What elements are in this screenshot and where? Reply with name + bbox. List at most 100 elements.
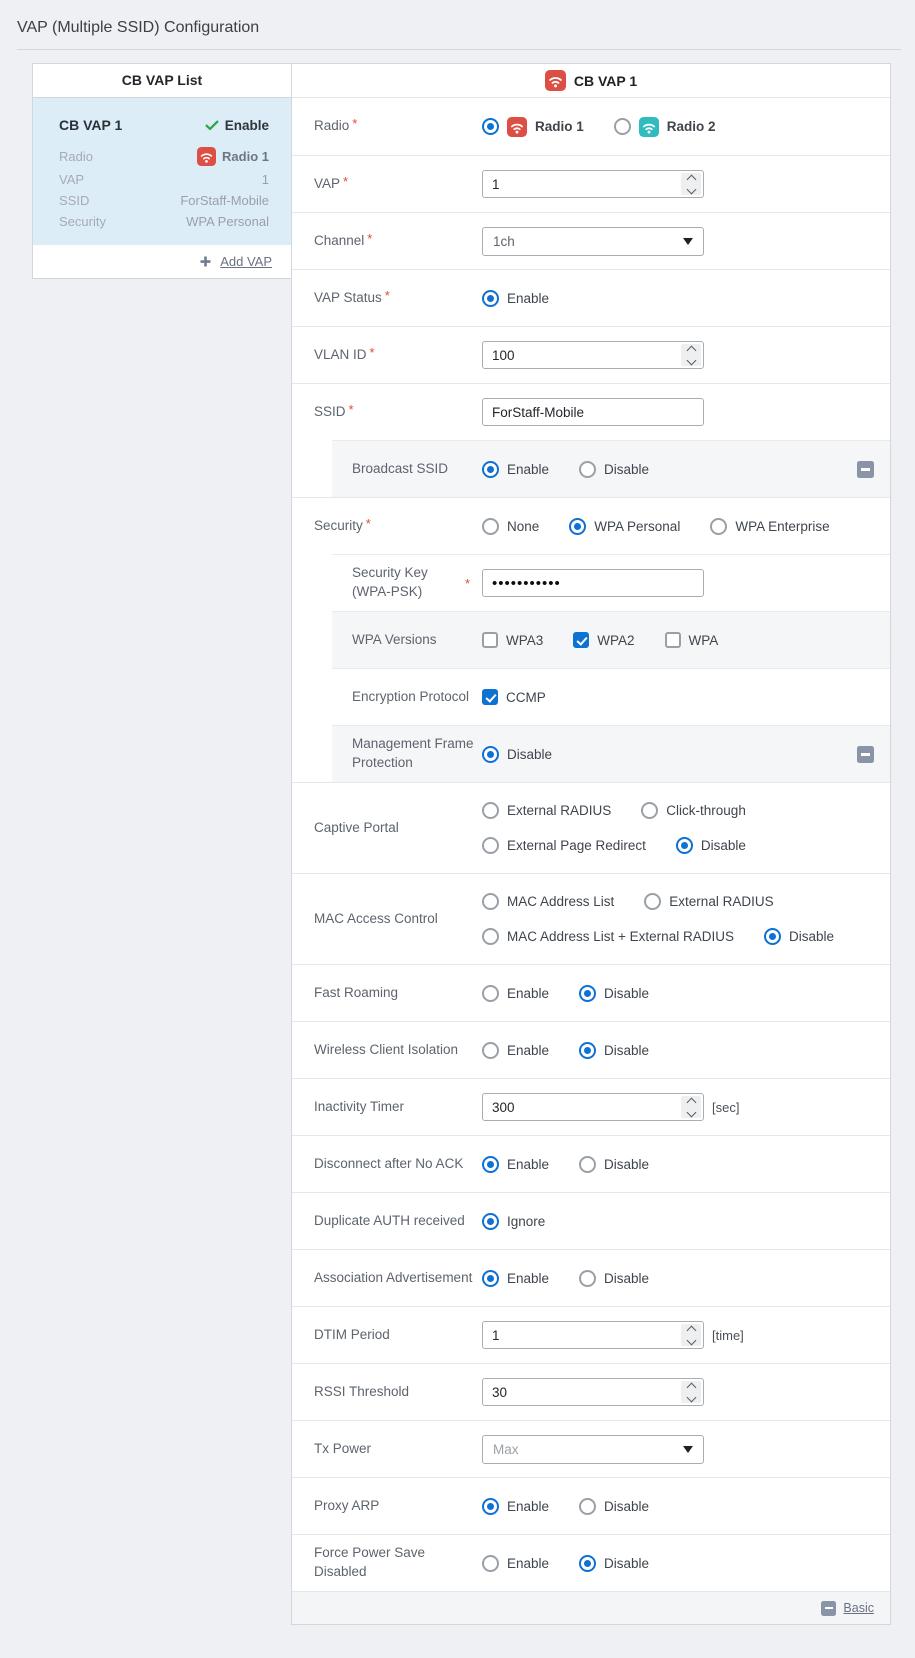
disable-radio-button[interactable] (579, 461, 596, 478)
captive-disable-option[interactable]: Disable (676, 837, 746, 854)
row-label: Captive Portal (314, 819, 482, 838)
enable-radio-button[interactable] (482, 290, 499, 307)
assoc-adv-disable-option[interactable]: Disable (579, 1270, 649, 1287)
wpa2-option[interactable]: WPA2 (573, 632, 634, 648)
row-label: SSID (314, 404, 346, 419)
wpa-enterprise-radio-button[interactable] (710, 518, 727, 535)
disable-radio-button[interactable] (579, 1270, 596, 1287)
external-page-redirect-radio-button[interactable] (482, 837, 499, 854)
enable-radio-button[interactable] (482, 985, 499, 1002)
vap-number-input[interactable]: 1 (482, 170, 704, 198)
enable-radio-button[interactable] (482, 1555, 499, 1572)
radio1-option[interactable]: Radio 1 (482, 117, 584, 137)
mac-external-radius-option[interactable]: External RADIUS (644, 893, 773, 910)
broadcast-enable-option[interactable]: Enable (482, 461, 549, 478)
inactivity-timer-number-input[interactable]: 300 (482, 1093, 704, 1121)
radio2-radio-button[interactable] (614, 118, 631, 135)
add-vap-link[interactable]: Add VAP (220, 254, 272, 269)
fast-roaming-disable-option[interactable]: Disable (579, 985, 649, 1002)
mac-address-list-option[interactable]: MAC Address List (482, 893, 614, 910)
disable-radio-button[interactable] (676, 837, 693, 854)
vap-status-enable-option[interactable]: Enable (482, 290, 549, 307)
disable-radio-button[interactable] (579, 985, 596, 1002)
wpa-checkbox[interactable] (665, 632, 681, 648)
wci-enable-option[interactable]: Enable (482, 1042, 549, 1059)
wpa3-option[interactable]: WPA3 (482, 632, 543, 648)
no-ack-enable-option[interactable]: Enable (482, 1156, 549, 1173)
security-key-password-input[interactable]: ••••••••••• (482, 569, 704, 597)
assoc-adv-enable-option[interactable]: Enable (482, 1270, 549, 1287)
captive-external-page-redirect-option[interactable]: External Page Redirect (482, 837, 646, 854)
vap-item-radio-row: Radio Radio 1 (59, 144, 269, 169)
disable-radio-button[interactable] (482, 746, 499, 763)
disable-radio-button[interactable] (579, 1042, 596, 1059)
collapse-minus-icon[interactable] (857, 461, 874, 478)
wci-disable-option[interactable]: Disable (579, 1042, 649, 1059)
row-label: Duplicate AUTH received (314, 1212, 482, 1231)
wpa2-checkbox[interactable] (573, 632, 589, 648)
enable-radio-button[interactable] (482, 1156, 499, 1173)
number-stepper[interactable] (681, 1381, 701, 1403)
mac-list-plus-radius-option[interactable]: MAC Address List + External RADIUS (482, 928, 734, 945)
channel-select[interactable]: 1ch (482, 227, 704, 256)
proxy-arp-disable-option[interactable]: Disable (579, 1498, 649, 1515)
none-radio-button[interactable] (482, 518, 499, 535)
wifi-red-icon (545, 70, 566, 91)
force-ps-enable-option[interactable]: Enable (482, 1555, 549, 1572)
row-label: Encryption Protocol (352, 688, 482, 707)
tx-power-select[interactable]: Max (482, 1435, 704, 1464)
vap-list-item-selected[interactable]: CB VAP 1 Enable Radio Radio 1 VAP 1 (33, 98, 291, 245)
dtim-period-number-input[interactable]: 1 (482, 1321, 704, 1349)
security-wpa-enterprise-option[interactable]: WPA Enterprise (710, 518, 829, 535)
required-marker: * (366, 516, 371, 531)
ssid-text-input[interactable]: ForStaff-Mobile (482, 398, 704, 426)
vlan-id-number-input[interactable]: 100 (482, 341, 704, 369)
mac-address-list-radio-button[interactable] (482, 893, 499, 910)
number-stepper[interactable] (681, 173, 701, 195)
proxy-arp-enable-option[interactable]: Enable (482, 1498, 549, 1515)
number-stepper[interactable] (681, 1096, 701, 1118)
radio1-radio-button[interactable] (482, 118, 499, 135)
wpa-option[interactable]: WPA (665, 632, 719, 648)
mac-disable-option[interactable]: Disable (764, 928, 834, 945)
row-broadcast-ssid: Broadcast SSID Enable Disable (332, 440, 890, 497)
click-through-radio-button[interactable] (641, 802, 658, 819)
mac-list-plus-radius-radio-button[interactable] (482, 928, 499, 945)
mfp-disable-option[interactable]: Disable (482, 746, 552, 763)
fast-roaming-enable-option[interactable]: Enable (482, 985, 549, 1002)
captive-click-through-option[interactable]: Click-through (641, 802, 746, 819)
disable-radio-button[interactable] (579, 1555, 596, 1572)
duplicate-auth-ignore-option[interactable]: Ignore (482, 1213, 545, 1230)
collapse-minus-icon[interactable] (857, 746, 874, 763)
wifi-teal-icon (639, 117, 659, 137)
enable-radio-button[interactable] (482, 1042, 499, 1059)
collapse-minus-icon[interactable] (821, 1601, 836, 1616)
rssi-threshold-number-input[interactable]: 30 (482, 1378, 704, 1406)
no-ack-disable-option[interactable]: Disable (579, 1156, 649, 1173)
ignore-radio-button[interactable] (482, 1213, 499, 1230)
external-radius-radio-button[interactable] (644, 893, 661, 910)
force-ps-disable-option[interactable]: Disable (579, 1555, 649, 1572)
disable-radio-button[interactable] (579, 1498, 596, 1515)
enable-radio-button[interactable] (482, 461, 499, 478)
radio2-option[interactable]: Radio 2 (614, 117, 716, 137)
enable-radio-button[interactable] (482, 1270, 499, 1287)
number-stepper[interactable] (681, 344, 701, 366)
basic-link[interactable]: Basic (843, 1601, 874, 1615)
disable-radio-button[interactable] (579, 1156, 596, 1173)
broadcast-disable-option[interactable]: Disable (579, 461, 649, 478)
row-label: MAC Access Control (314, 910, 482, 929)
ccmp-checkbox[interactable] (482, 689, 498, 705)
ccmp-option[interactable]: CCMP (482, 689, 546, 705)
security-wpa-personal-option[interactable]: WPA Personal (569, 518, 680, 535)
number-stepper[interactable] (681, 1324, 701, 1346)
wpa3-checkbox[interactable] (482, 632, 498, 648)
vap-item-ssid-row: SSID ForStaff-Mobile (59, 190, 269, 211)
disable-radio-button[interactable] (764, 928, 781, 945)
captive-external-radius-option[interactable]: External RADIUS (482, 802, 611, 819)
external-radius-radio-button[interactable] (482, 802, 499, 819)
row-label: Force Power Save Disabled (314, 1544, 482, 1582)
security-none-option[interactable]: None (482, 518, 539, 535)
enable-radio-button[interactable] (482, 1498, 499, 1515)
wpa-personal-radio-button[interactable] (569, 518, 586, 535)
